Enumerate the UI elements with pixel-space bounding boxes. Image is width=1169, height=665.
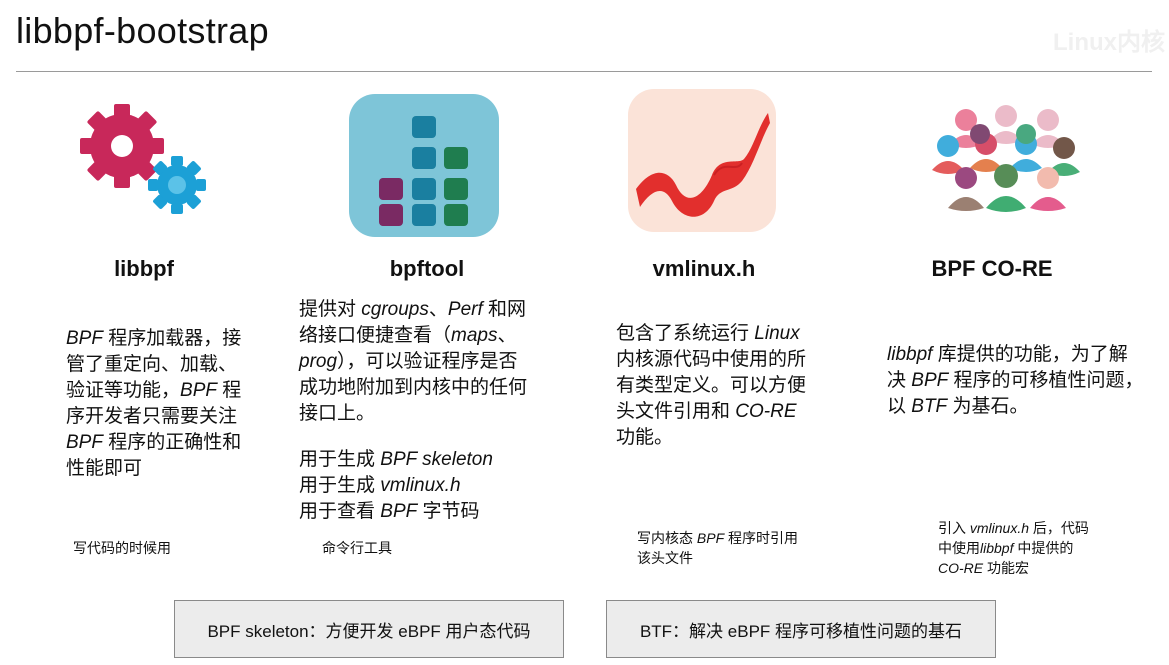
text-line: CO-RE 功能宏	[938, 560, 1030, 576]
text-line: 决 BPF 程序的可移植性问题，	[887, 370, 1144, 391]
col-title-vmlinux: vmlinux.h	[652, 256, 756, 281]
text-line: 内核源代码中使用的所	[616, 349, 807, 370]
title-divider	[16, 71, 1152, 72]
text-line: 有类型定义。可以方便	[616, 375, 807, 396]
watermark: Linux内核	[1053, 29, 1165, 56]
text-line: 验证等功能，BPF 程	[66, 380, 242, 401]
text-line: 性能即可	[66, 458, 143, 479]
text-line: 用于生成 vmlinux.h	[299, 475, 461, 496]
note-bpf-core: 引入 vmlinux.h 后，代码 中使用libbpf 中提供的 CO-RE 功能宏	[938, 518, 1158, 578]
note-vmlinux: 写内核态 BPF 程序时引用 该头文件	[637, 528, 857, 568]
text-line: 写代码的时候用	[73, 540, 171, 556]
text-line: 提供对 cgroups、Perf 和网	[299, 299, 527, 320]
bar-chart-app-icon	[349, 94, 499, 237]
text-line: 包含了系统运行 Linux	[616, 323, 800, 344]
text-line: prog），可以验证程序是否	[299, 351, 518, 372]
text-line: 功能。	[616, 427, 674, 448]
page-title: libbpf-bootstrap	[16, 10, 269, 51]
text-line: 接口上。	[299, 403, 376, 424]
text-line: 命令行工具	[322, 540, 392, 556]
desc-libbpf: BPF 程序加载器，接 管了重定向、加载、 验证等功能，BPF 程序开发者只需要关注…	[66, 326, 276, 482]
desc-bpftool: 提供对 cgroups、Perf 和网 络接口便捷查看（maps、 prog），可以…	[299, 297, 559, 427]
text-line: 引入 vmlinux.h 后，代码	[938, 520, 1089, 536]
skeleton-box: BPF skeleton：方便开发 eBPF 用户态代码	[174, 600, 564, 658]
note-bpftool: 命令行工具	[322, 538, 522, 558]
text-line: 头文件引用和 CO-RE	[616, 401, 797, 422]
text-line: 写内核态 BPF 程序时引用	[637, 530, 799, 546]
desc-vmlinux: 包含了系统运行 Linux 内核源代码中使用的所 有类型定义。可以方便 头文件引用和 …	[616, 321, 836, 451]
red-ribbon-icon	[628, 89, 776, 232]
text-line: 管了重定向、加载、	[66, 354, 238, 375]
text-line: 中使用libbpf 中提供的	[938, 540, 1074, 556]
text-line: BPF 程序的正确性和	[66, 432, 242, 453]
text-line: 以 BTF 为基石。	[887, 396, 1029, 417]
uses-bpftool: 用于生成 BPF skeleton 用于生成 vmlinux.h 用于查看 BPF …	[299, 447, 559, 525]
col-title-bpftool: bpftool	[389, 256, 465, 281]
text-line: libbpf 库提供的功能，为了解	[887, 344, 1128, 365]
desc-bpf-core: libbpf 库提供的功能，为了解决 BPF 程序的可移植性问题， 以 BTF 为…	[887, 342, 1157, 420]
text-line: 成功地附加到内核中的任何	[299, 377, 528, 398]
text-line: BPF 程序加载器，接	[66, 328, 242, 349]
text-line: 序开发者只需要关注	[66, 406, 238, 427]
text-line: 络接口便捷查看（maps、	[299, 325, 517, 346]
btf-box: BTF：解决 eBPF 程序可移植性问题的基石	[606, 600, 996, 658]
people-crowd-icon	[930, 104, 1086, 214]
col-title-libbpf: libbpf	[114, 256, 174, 281]
text-line: 该头文件	[637, 550, 693, 566]
note-libbpf: 写代码的时候用	[73, 538, 273, 558]
gears-icon	[76, 98, 212, 218]
text-line: 用于生成 BPF skeleton	[299, 449, 493, 470]
col-title-bpf-core: BPF CO-RE	[931, 256, 1053, 281]
text-line: 用于查看 BPF 字节码	[299, 501, 480, 522]
